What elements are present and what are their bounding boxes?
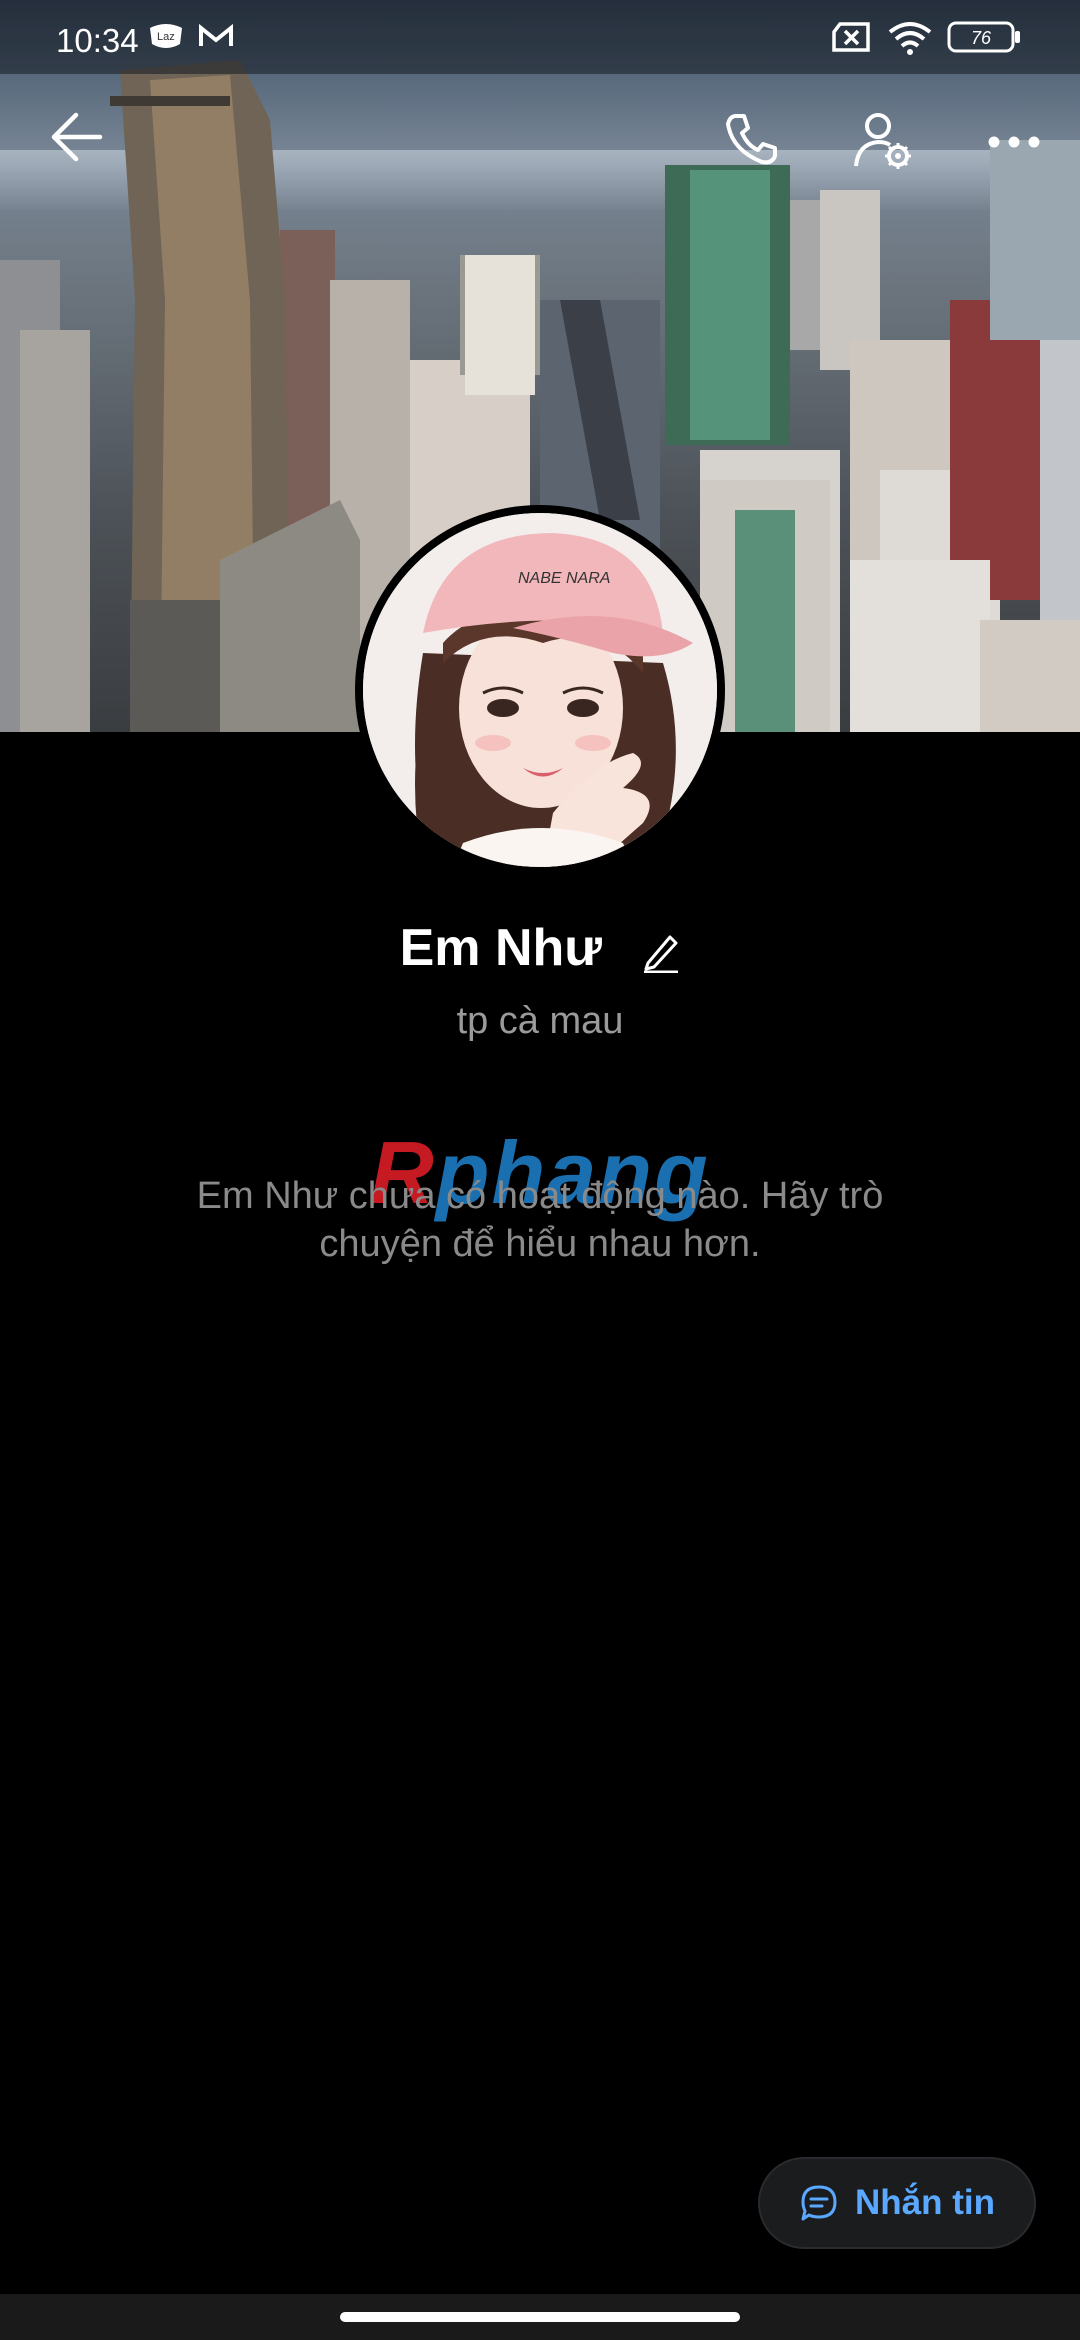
home-indicator[interactable] <box>340 2312 740 2322</box>
empty-line-1: Em Như chưa có hoạt động nào. Hãy trò <box>196 1175 884 1217</box>
svg-text:76: 76 <box>971 28 992 48</box>
message-button[interactable]: Nhắn tin <box>758 2157 1036 2249</box>
status-time: 10:34 <box>56 22 139 59</box>
gmail-icon <box>199 23 233 46</box>
lazada-icon: Laz <box>150 24 182 48</box>
edit-icon[interactable] <box>640 929 680 974</box>
profile-name-row: Em Như <box>0 918 1080 978</box>
message-button-label: Nhắn tin <box>855 2183 995 2222</box>
avatar[interactable]: NABE NARA <box>355 505 725 875</box>
avatar-illustration: NABE NARA <box>363 513 717 867</box>
profile-location: tp cà mau <box>456 1000 624 1042</box>
system-nav-bar <box>0 2294 1080 2340</box>
sim-off-icon <box>832 22 870 52</box>
chat-bubble-icon <box>801 2185 837 2221</box>
svg-text:Laz: Laz <box>157 31 175 43</box>
more-icon[interactable] <box>986 110 1042 164</box>
back-arrow-icon[interactable] <box>48 110 106 164</box>
status-bar: 10:34 Laz 76 <box>0 0 1080 74</box>
profile-name: Em Như <box>399 919 602 977</box>
svg-text:NABE NARA: NABE NARA <box>518 570 610 587</box>
battery-icon: 76 <box>947 21 1020 53</box>
phone-icon[interactable] <box>722 110 780 168</box>
wifi-icon <box>888 22 932 55</box>
empty-activity-message: Em Như chưa có hoạt động nào. Hãy trò ch… <box>150 1172 930 1268</box>
user-settings-icon[interactable] <box>852 110 916 172</box>
empty-line-2: chuyện để hiểu nhau hơn. <box>319 1223 761 1265</box>
avatar-image: NABE NARA <box>363 513 717 867</box>
